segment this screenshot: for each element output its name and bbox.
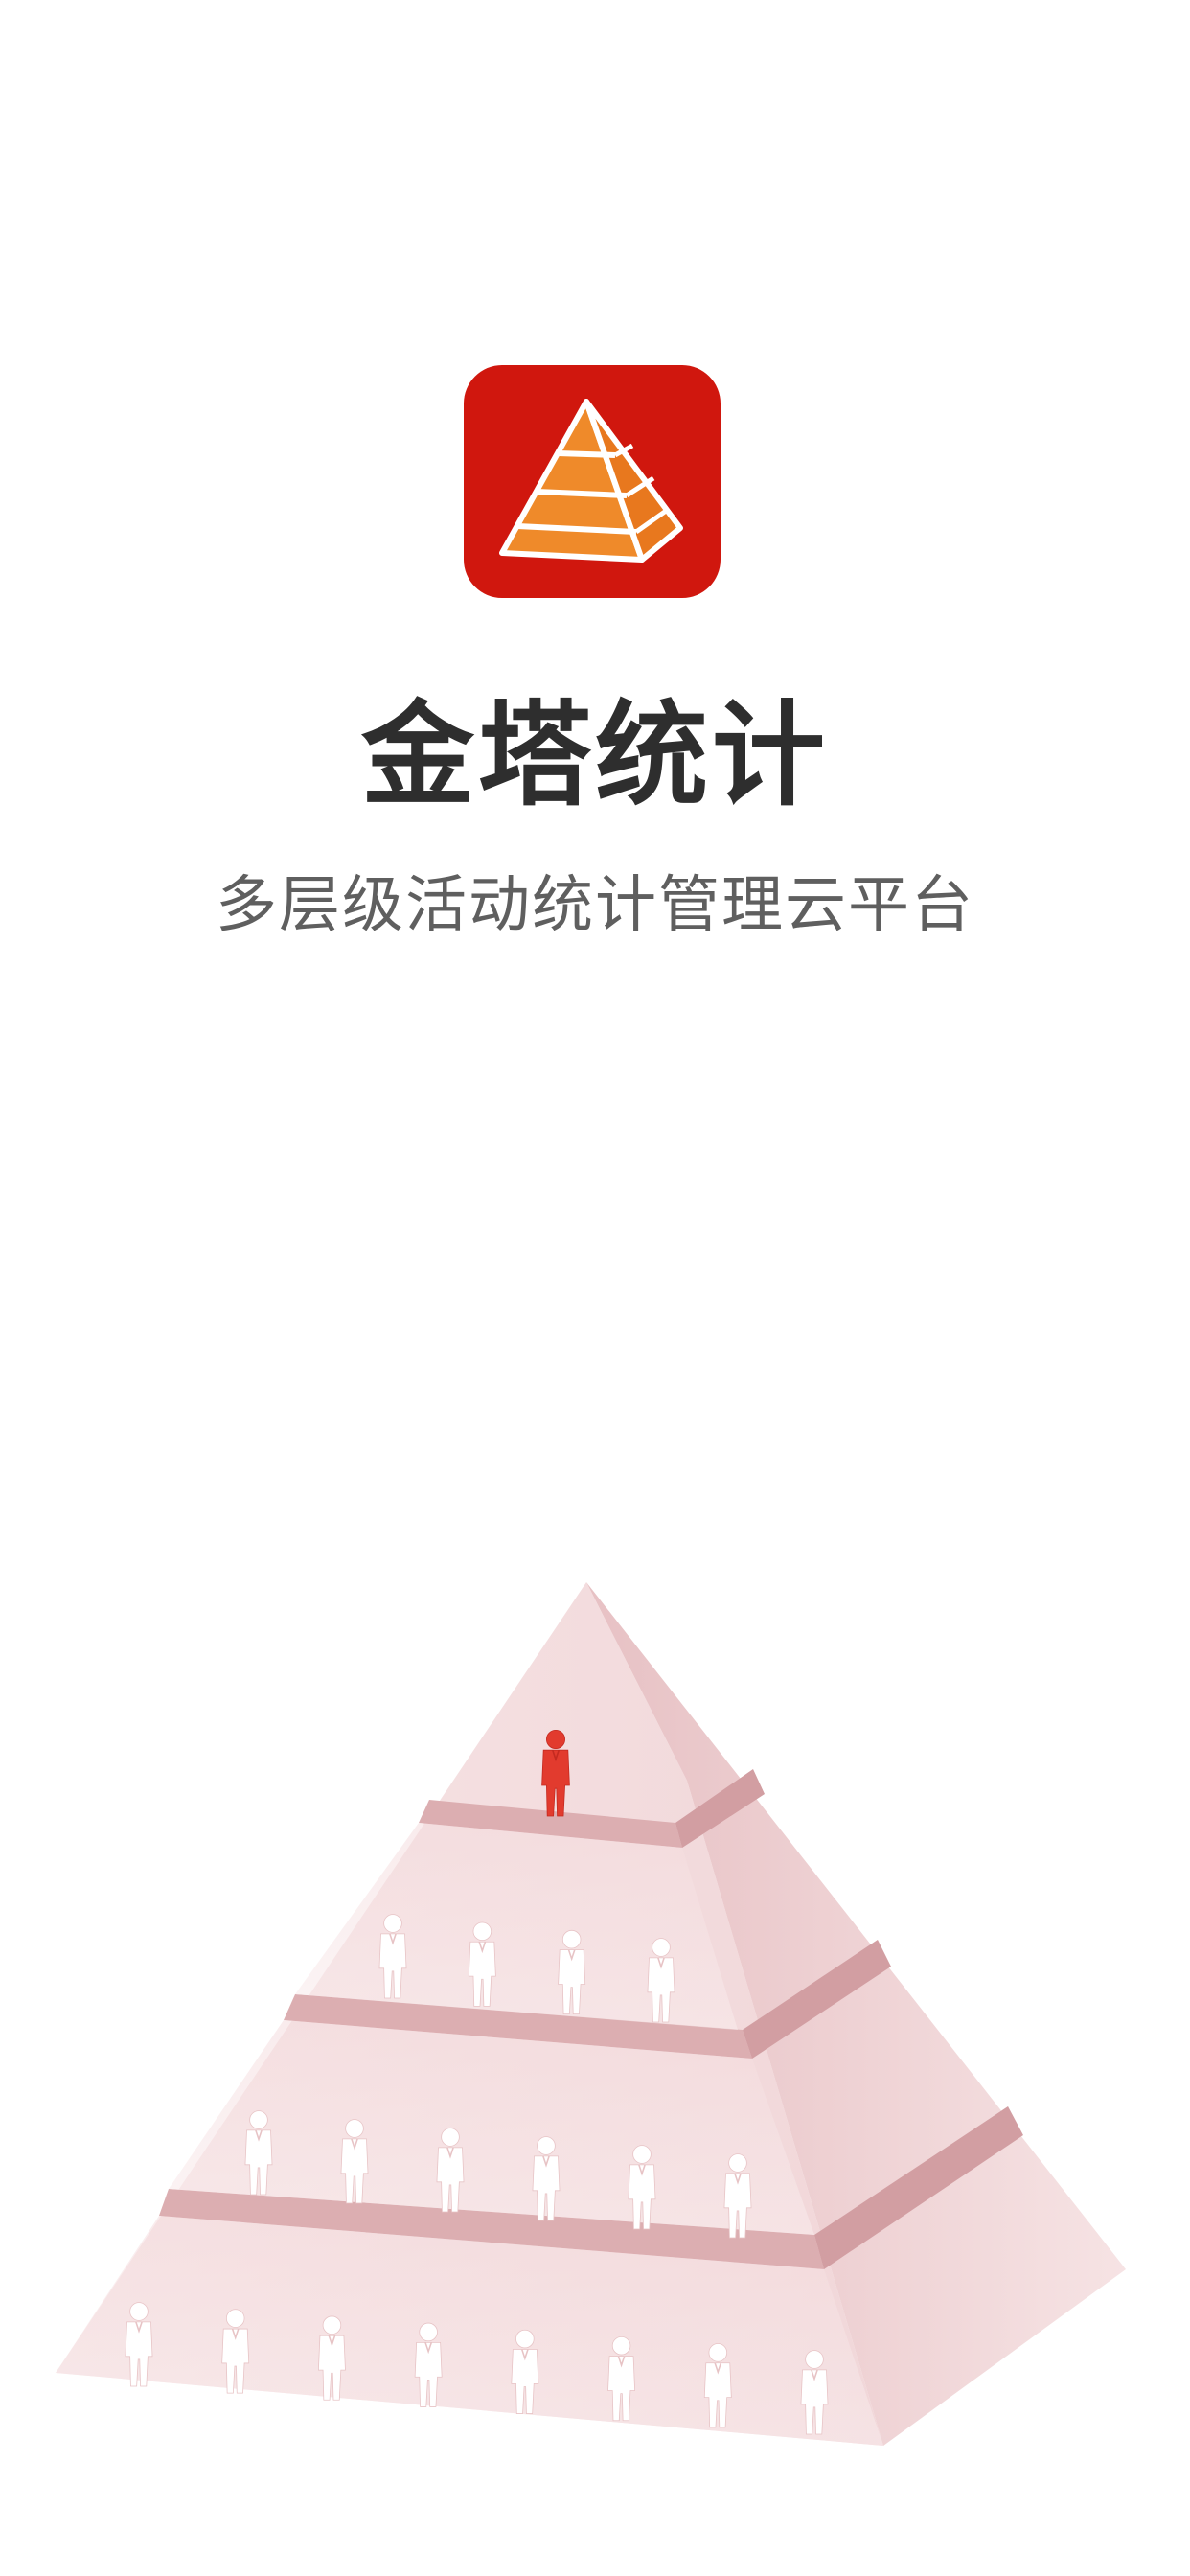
pyramid-illustration bbox=[56, 1582, 1126, 2446]
app-logo bbox=[464, 365, 721, 598]
app-name: 金塔统计 bbox=[360, 689, 829, 821]
app-tagline: 多层级活动统计管理云平台 bbox=[216, 870, 974, 941]
pyramid-logo-icon bbox=[499, 399, 683, 563]
